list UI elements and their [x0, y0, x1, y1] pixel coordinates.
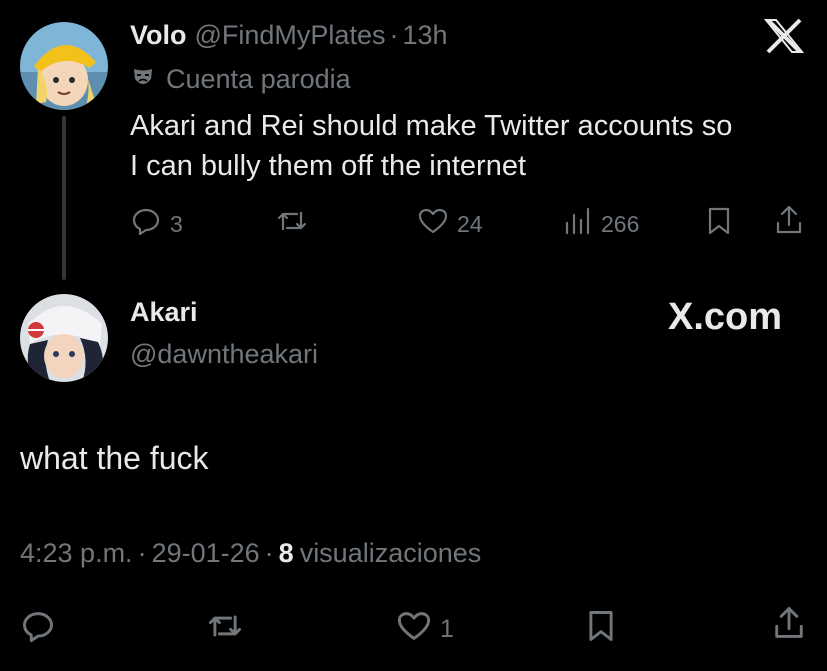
reply-icon [130, 205, 162, 243]
quoted-share-button[interactable] [773, 203, 805, 243]
avatar-volo[interactable] [20, 22, 108, 110]
avatar-akari[interactable] [20, 294, 108, 382]
post-meta: 4:23 p.m. · 29-01-26 · 8 visualizaciones [20, 538, 481, 569]
views-count: 8 [278, 538, 294, 568]
meta-dot-1: · [137, 538, 147, 568]
bookmark-icon [704, 205, 734, 243]
like-icon [396, 608, 432, 650]
separator-dot: · [389, 20, 399, 50]
thread-line [62, 116, 66, 280]
meta-dot-2: · [264, 538, 274, 568]
bookmark-icon [584, 608, 618, 650]
main-post-text: what the fuck [20, 440, 209, 476]
quoted-repost-button[interactable] [275, 205, 309, 243]
quoted-like-count: 24 [457, 210, 483, 237]
quoted-post-text: Akari and Rei should make Twitter accoun… [130, 106, 732, 186]
main-display-name[interactable]: Akari [130, 297, 198, 328]
x-com-brand: X.com [668, 296, 783, 338]
main-display-name-text: Akari [130, 297, 198, 327]
like-icon [417, 205, 449, 243]
quoted-text-line2: I can bully them off the internet [130, 150, 527, 182]
share-icon [771, 604, 807, 648]
views-icon [563, 205, 593, 243]
quoted-bookmark-button[interactable] [704, 205, 734, 243]
quoted-timestamp[interactable]: 13h [402, 20, 447, 51]
main-repost-button[interactable] [205, 608, 245, 650]
post-date[interactable]: 29-01-26 [152, 538, 260, 569]
main-bookmark-button[interactable] [584, 608, 618, 650]
quoted-post-header: Volo @FindMyPlates · 13h [130, 20, 448, 51]
main-like-button[interactable]: 1 [396, 608, 454, 650]
quoted-display-name[interactable]: Volo [130, 20, 187, 51]
quoted-views-button[interactable]: 266 [563, 205, 639, 243]
quoted-handle[interactable]: @FindMyPlates [195, 20, 386, 51]
main-like-count: 1 [440, 614, 454, 643]
views-label[interactable]: visualizaciones [300, 538, 482, 569]
quoted-views-count: 266 [601, 210, 640, 237]
repost-icon [205, 608, 245, 650]
parody-label: Cuenta parodia [166, 64, 351, 94]
post-time[interactable]: 4:23 p.m. [20, 538, 133, 569]
quoted-reply-count: 3 [170, 210, 183, 237]
main-handle[interactable]: @dawntheakari [130, 339, 318, 370]
main-share-button[interactable] [771, 604, 807, 648]
repost-icon [275, 205, 309, 243]
quoted-reply-button[interactable]: 3 [130, 205, 183, 243]
x-logo-icon[interactable] [762, 14, 810, 62]
parody-mask-icon [130, 64, 156, 95]
quoted-like-button[interactable]: 24 [417, 205, 483, 243]
reply-icon [20, 608, 56, 650]
share-icon [773, 203, 805, 243]
parody-badge: Cuenta parodia [130, 64, 351, 95]
quoted-text-line1: Akari and Rei should make Twitter accoun… [130, 110, 733, 142]
main-reply-button[interactable] [20, 608, 56, 650]
